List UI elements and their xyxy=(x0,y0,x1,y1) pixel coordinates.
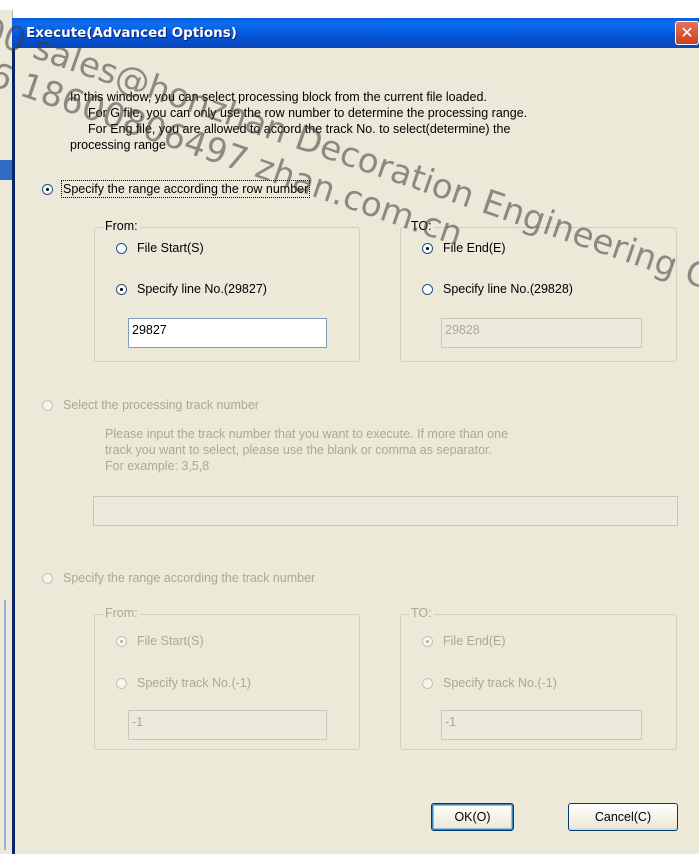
intro-line: For G file, you can only use the row num… xyxy=(88,106,528,120)
track-file-start-radio[interactable] xyxy=(116,636,127,647)
help-line: track you want to select, please use the… xyxy=(105,443,493,457)
row-from-input[interactable]: 29827 xyxy=(128,318,327,348)
track-from-radio[interactable] xyxy=(116,678,127,689)
row-from-line-radio[interactable] xyxy=(116,284,127,295)
row-file-start-label[interactable]: File Start(S) xyxy=(137,241,204,255)
row-to-line-radio[interactable] xyxy=(422,284,433,295)
ok-button[interactable]: OK(O) xyxy=(431,803,514,831)
track-file-start-label[interactable]: File Start(S) xyxy=(137,634,204,648)
track-file-end-label[interactable]: File End(E) xyxy=(443,634,506,648)
row-to-line-label[interactable]: Specify line No.(29828) xyxy=(443,282,573,296)
row-file-start-radio[interactable] xyxy=(116,243,127,254)
row-from-line-label[interactable]: Specify line No.(29827) xyxy=(137,282,267,296)
track-file-end-radio[interactable] xyxy=(422,636,433,647)
row-from-legend: From: xyxy=(103,219,140,233)
row-file-end-label[interactable]: File End(E) xyxy=(443,241,506,255)
track-range-radio[interactable] xyxy=(42,573,53,584)
row-to-input[interactable]: 29828 xyxy=(441,318,642,348)
background-app-strip xyxy=(0,0,699,10)
row-file-end-radio[interactable] xyxy=(422,243,433,254)
help-line: Please input the track number that you w… xyxy=(105,427,509,441)
intro-line: For Eng file, you are allowed to accord … xyxy=(88,122,511,136)
track-from-legend: From: xyxy=(103,606,140,620)
dialog-titlebar[interactable]: Execute(Advanced Options) ✕ xyxy=(12,18,699,48)
intro-line: processing range xyxy=(70,138,166,152)
row-mode-radio[interactable] xyxy=(42,184,53,195)
intro-line: In this window, you can select processin… xyxy=(70,90,487,104)
background-divider xyxy=(4,600,6,850)
background-selection xyxy=(0,160,12,180)
dialog-title: Execute(Advanced Options) xyxy=(26,25,237,41)
track-select-label[interactable]: Select the processing track number xyxy=(63,398,259,412)
track-from-label[interactable]: Specify track No.(-1) xyxy=(137,676,251,690)
track-to-input[interactable]: -1 xyxy=(441,710,642,740)
row-mode-label[interactable]: Specify the range according the row numb… xyxy=(60,180,311,198)
intro-text: In this window, you can select processin… xyxy=(70,89,527,153)
track-number-input[interactable] xyxy=(93,496,678,526)
close-icon[interactable]: ✕ xyxy=(675,21,699,45)
track-from-input[interactable]: -1 xyxy=(128,710,327,740)
track-select-radio[interactable] xyxy=(42,400,53,411)
row-to-legend: TO: xyxy=(409,219,434,233)
help-line: For example: 3,5,8 xyxy=(105,459,210,473)
track-to-label[interactable]: Specify track No.(-1) xyxy=(443,676,557,690)
cancel-button[interactable]: Cancel(C) xyxy=(568,803,678,831)
track-to-legend: TO: xyxy=(409,606,434,620)
track-to-radio[interactable] xyxy=(422,678,433,689)
track-select-help: Please input the track number that you w… xyxy=(105,426,508,474)
track-range-label[interactable]: Specify the range according the track nu… xyxy=(63,571,315,585)
